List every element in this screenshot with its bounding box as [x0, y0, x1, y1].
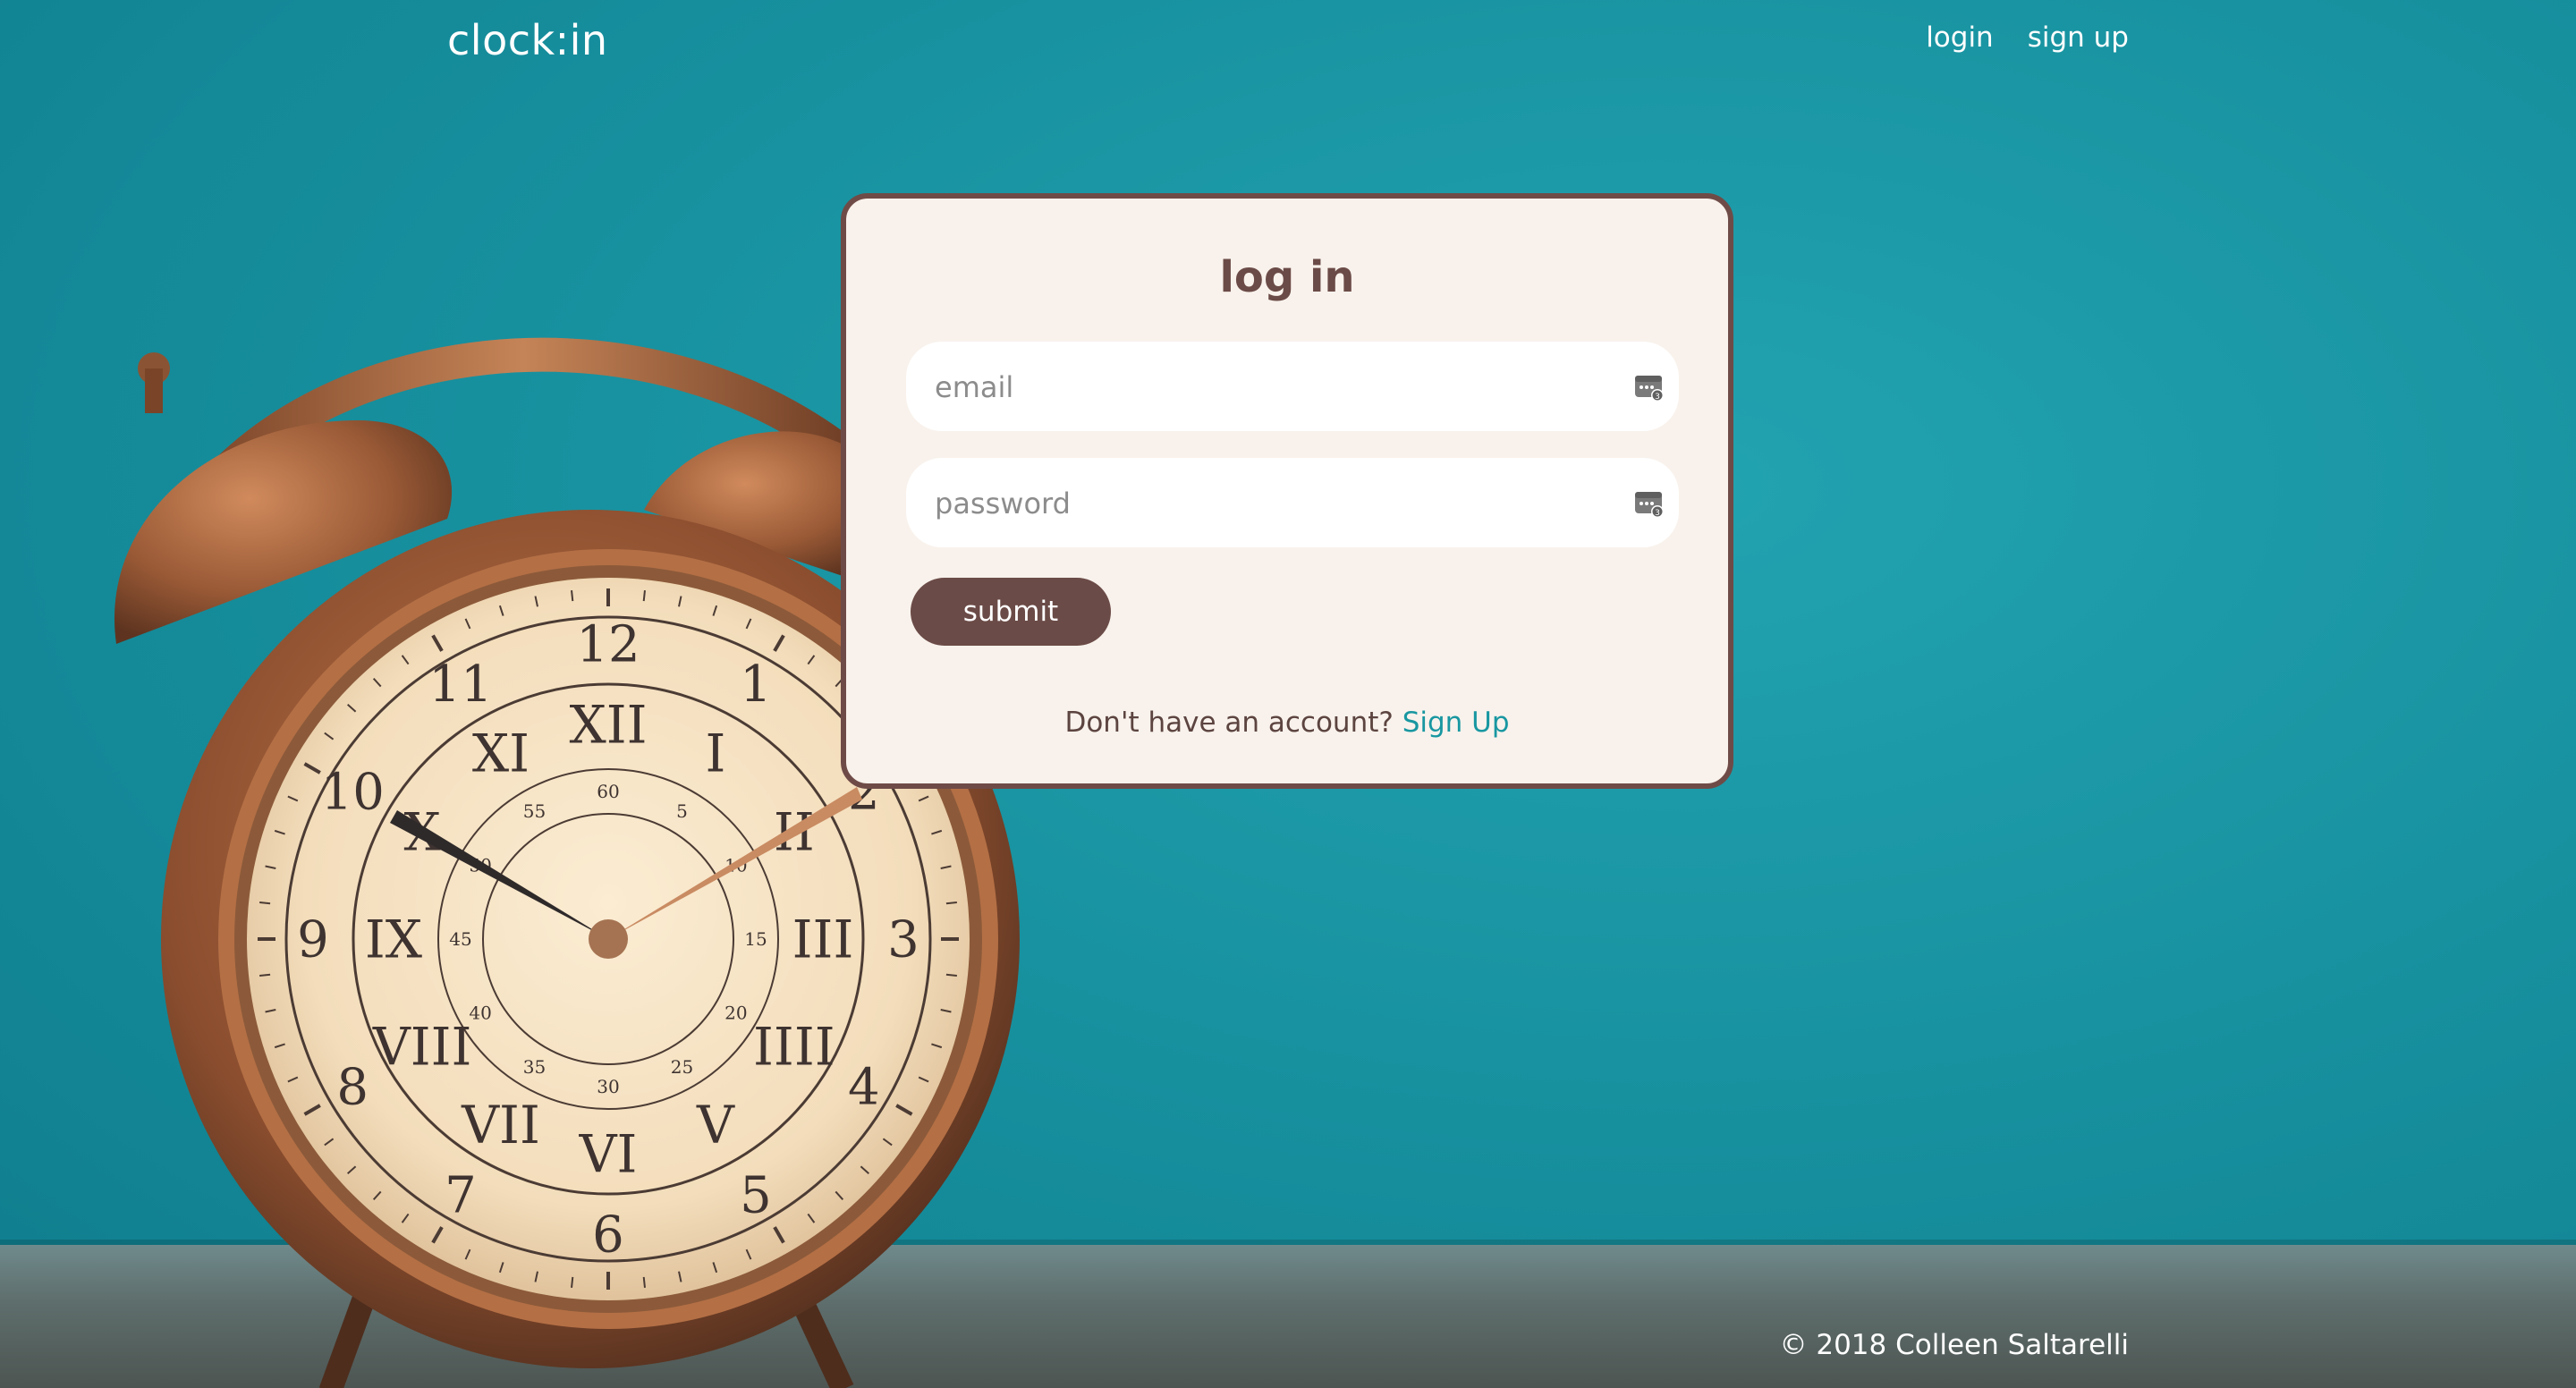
key-icon[interactable]: 3	[1634, 372, 1665, 402]
clock-numeral: 35	[523, 1056, 546, 1078]
clock-numeral: 5	[676, 800, 688, 822]
clock-tick	[259, 901, 271, 905]
site-logo[interactable]: clock:in	[447, 16, 608, 64]
clock-numeral: 25	[671, 1056, 693, 1078]
clock-numeral: VI	[579, 1123, 638, 1184]
clock-numeral: 4	[848, 1059, 880, 1117]
clock-numeral: 5	[740, 1166, 772, 1224]
login-card: log in 3 3 submit Don't have an acc	[841, 193, 1733, 789]
clock-numeral: 9	[297, 911, 329, 969]
password-field-wrapper: 3	[906, 458, 1679, 549]
clock-numeral: XI	[472, 723, 530, 783]
signup-link[interactable]: Sign Up	[1402, 707, 1510, 739]
clock-numeral: 8	[336, 1059, 369, 1117]
clock-numeral: VIII	[372, 1016, 472, 1077]
signup-prompt-text: Don't have an account?	[1064, 707, 1394, 739]
clock-numeral: 1	[740, 656, 772, 714]
clock-numeral: 3	[887, 911, 919, 969]
clock-tick	[642, 1276, 646, 1288]
clock-numeral: 60	[597, 781, 619, 802]
key-icon[interactable]: 3	[1634, 488, 1665, 519]
email-field-wrapper: 3	[906, 342, 1679, 433]
submit-button[interactable]: submit	[911, 578, 1111, 646]
top-nav: login sign up	[1926, 21, 2129, 54]
clock-numeral: VII	[461, 1095, 540, 1155]
clock-tick	[945, 901, 957, 905]
clock-numeral: 6	[592, 1206, 624, 1265]
clock-numeral: XII	[569, 694, 647, 755]
password-input[interactable]	[933, 458, 1616, 549]
nav-signup-link[interactable]: sign up	[2028, 21, 2129, 54]
footer-copyright: © 2018 Colleen Saltarelli	[1779, 1329, 2130, 1361]
clock-numeral: III	[792, 909, 854, 969]
login-title: log in	[1219, 252, 1355, 302]
clock-numeral: V	[696, 1095, 735, 1155]
nav-login-link[interactable]: login	[1926, 21, 1994, 54]
clock-numeral: 30	[597, 1076, 619, 1097]
clock-numeral: 55	[523, 800, 546, 822]
clock-numeral: 20	[724, 1003, 747, 1024]
svg-text:3: 3	[1655, 393, 1660, 402]
clock-numeral: 45	[449, 928, 471, 950]
signup-prompt: Don't have an account? Sign Up	[846, 707, 1728, 739]
svg-text:3: 3	[1655, 509, 1660, 518]
clock-numeral: 12	[576, 616, 640, 674]
clock-tick	[945, 973, 957, 977]
clock-numeral: 15	[744, 928, 767, 950]
clock-numeral: IIII	[753, 1016, 835, 1077]
clock-tick	[642, 590, 646, 602]
clock-numeral: I	[706, 723, 726, 783]
clock-numeral: 7	[445, 1166, 477, 1224]
clock-numeral: IX	[365, 909, 423, 969]
clock-numeral: 10	[321, 764, 385, 822]
clock-numeral: 11	[428, 656, 492, 714]
email-input[interactable]	[933, 342, 1616, 433]
clock-center-cap	[589, 919, 628, 959]
clock-numeral: 40	[469, 1003, 491, 1024]
clock-tick	[259, 973, 271, 977]
